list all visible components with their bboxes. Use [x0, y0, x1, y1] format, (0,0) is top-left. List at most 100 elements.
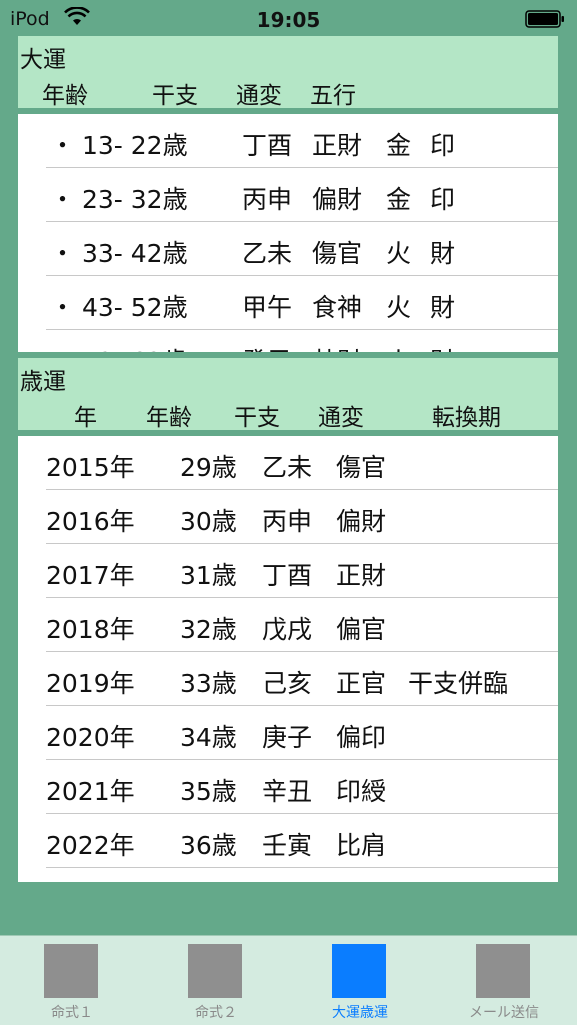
gogyo: 火: [386, 342, 411, 352]
category: 印: [430, 131, 456, 160]
bullet: ・: [50, 342, 75, 352]
tsuhen: 正財: [312, 131, 363, 160]
kanshi: 乙未: [242, 239, 293, 268]
category: 印: [430, 185, 456, 214]
tab-taiun-saiun-icon: [332, 944, 386, 998]
gogyo: 金: [386, 185, 412, 214]
taiun-list[interactable]: ・ 13- 22歳 丁酉 正財金印・ 23- 32歳 丙申 偏財金印・ 33- 42歳 乙未 傷官…: [18, 114, 558, 352]
tab-label: 命式１: [51, 1005, 93, 1021]
year: 2015年: [46, 453, 135, 482]
year: 2019年: [46, 669, 135, 698]
list-item[interactable]: ・ 43- 52歳 甲午 食神火財: [18, 276, 558, 330]
kanshi: 丁酉: [242, 131, 293, 160]
tsuhen: 傷官: [312, 239, 363, 268]
kanshi: 丙申: [242, 185, 293, 214]
list-item[interactable]: ・ 13- 22歳 丁酉 正財金印: [18, 114, 558, 168]
age: 30歳: [180, 507, 237, 536]
year: 2020年: [46, 723, 135, 752]
list-item[interactable]: 2020年 34歳 庚子 偏印: [18, 706, 558, 760]
year: 2022年: [46, 831, 135, 860]
bullet: ・: [50, 239, 76, 268]
saiun-list[interactable]: 2015年 29歳 乙未 傷官 2016年 30歳 丙申 偏財 2017年 31歳 丁酉 正財 2018…: [18, 436, 558, 882]
list-item[interactable]: 2017年 31歳 丁酉 正財: [18, 544, 558, 598]
category: 財: [430, 342, 455, 352]
age: 34歳: [180, 723, 237, 752]
age: 36歳: [180, 831, 237, 860]
column-tsuhen: 通変: [318, 405, 364, 431]
tsuhen: 劫財: [312, 342, 362, 352]
age-range: 23- 32歳: [82, 185, 188, 214]
tab-bar: 命式１ 命式２ 大運歳運 メール送信: [0, 935, 577, 1025]
tab-label: 大運歳運: [332, 1005, 388, 1021]
age-range: 13- 22歳: [82, 131, 188, 160]
tab-taiun-saiun[interactable]: 大運歳運: [288, 936, 432, 1025]
tab-meishiki-1-icon: [44, 944, 98, 998]
age-range: 33- 42歳: [82, 239, 188, 268]
gogyo: 金: [386, 131, 412, 160]
column-kanshi: 干支: [234, 405, 280, 431]
battery-icon: [525, 10, 564, 28]
tenkanki: 干支併臨: [408, 669, 509, 698]
column-tenkanki: 転換期: [432, 405, 501, 431]
column-kanshi: 干支: [152, 83, 198, 109]
column-gogyo: 五行: [310, 83, 356, 109]
category: 財: [430, 293, 456, 322]
column-tsuhen: 通変: [236, 83, 282, 109]
column-year: 年: [74, 405, 97, 431]
tab-label: 命式２: [195, 1005, 237, 1021]
tab-send-mail[interactable]: メール送信: [432, 936, 576, 1025]
tsuhen: 印綬: [336, 777, 387, 806]
list-item[interactable]: 2016年 30歳 丙申 偏財: [18, 490, 558, 544]
clock: 19:05: [256, 8, 321, 32]
saiun-title: 歳運: [20, 369, 66, 395]
taiun-title: 大運: [20, 47, 66, 73]
tab-send-mail-icon: [476, 944, 530, 998]
kanshi: 丁酉: [262, 561, 313, 590]
list-item[interactable]: 2021年 35歳 辛丑 印綬: [18, 760, 558, 814]
year: 2016年: [46, 507, 135, 536]
bullet: ・: [50, 131, 76, 160]
list-item[interactable]: ・ 23- 32歳 丙申 偏財金印: [18, 168, 558, 222]
list-item[interactable]: 2018年 32歳 戊戌 偏官: [18, 598, 558, 652]
list-item[interactable]: 2019年 33歳 己亥 正官 干支併臨: [18, 652, 558, 706]
list-item[interactable]: 2022年 36歳 壬寅 比肩: [18, 814, 558, 868]
gogyo: 火: [386, 239, 412, 268]
row-separator: [46, 867, 558, 868]
age-range: 53- 62歳: [82, 342, 188, 352]
kanshi: 乙未: [262, 453, 313, 482]
saiun-header: 歳運 年 年齢 干支 通変 転換期: [18, 358, 558, 431]
tsuhen: 正財: [336, 561, 387, 590]
list-item[interactable]: 2015年 29歳 乙未 傷官: [18, 436, 558, 490]
column-age: 年齢: [146, 405, 192, 431]
taiun-header: 大運 年齢 干支 通変 五行: [18, 36, 558, 109]
column-age: 年齢: [42, 83, 88, 109]
tab-meishiki-2-icon: [188, 944, 242, 998]
gogyo: 火: [386, 293, 412, 322]
tsuhen: 比肩: [336, 831, 387, 860]
tsuhen: 傷官: [336, 453, 387, 482]
category: 財: [430, 239, 456, 268]
list-item[interactable]: ・ 53- 62歳 癸巳 劫財 火 財: [18, 330, 558, 352]
tab-label: メール送信: [469, 1005, 539, 1021]
tab-meishiki-1[interactable]: 命式１: [0, 936, 144, 1025]
kanshi: 丙申: [262, 507, 313, 536]
tsuhen: 食神: [312, 293, 363, 322]
year: 2018年: [46, 615, 135, 644]
age: 35歳: [180, 777, 237, 806]
age: 31歳: [180, 561, 237, 590]
year: 2021年: [46, 777, 135, 806]
kanshi: 戊戌: [262, 615, 313, 644]
kanshi: 癸巳: [242, 342, 292, 352]
list-item[interactable]: ・ 33- 42歳 乙未 傷官火財: [18, 222, 558, 276]
tsuhen: 偏財: [336, 507, 387, 536]
tab-meishiki-2[interactable]: 命式２: [144, 936, 288, 1025]
tsuhen: 偏印: [336, 723, 387, 752]
age: 29歳: [180, 453, 237, 482]
age-range: 43- 52歳: [82, 293, 188, 322]
tsuhen: 偏官: [336, 615, 387, 644]
tsuhen: 偏財: [312, 185, 363, 214]
tsuhen: 正官: [336, 669, 387, 698]
bullet: ・: [50, 185, 76, 214]
year: 2017年: [46, 561, 135, 590]
status-bar: iPod 19:05: [0, 0, 577, 36]
